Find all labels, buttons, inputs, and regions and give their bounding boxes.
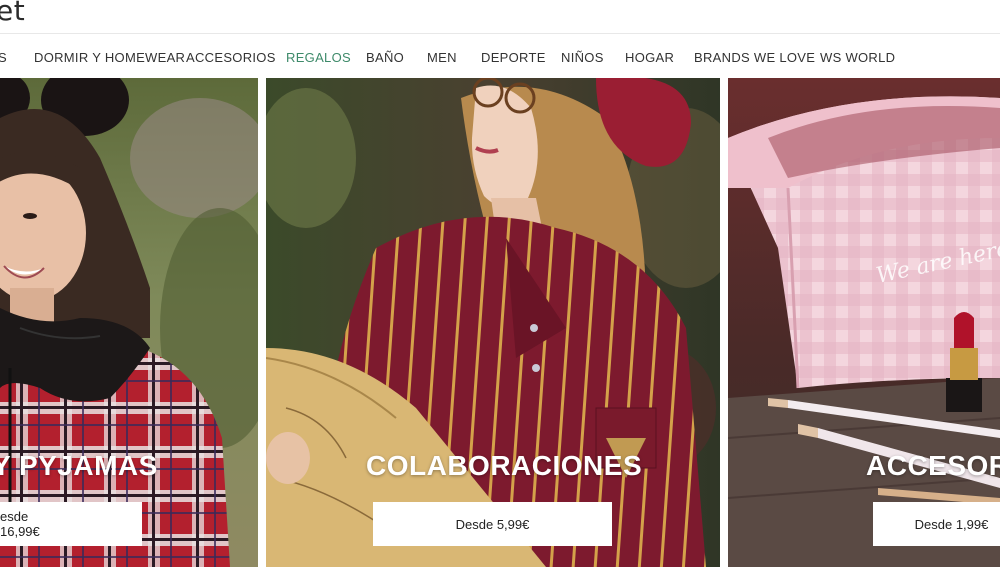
panel-title-pyjamas: Y PYJAMAS [0, 450, 158, 481]
panel-title-accesorios: ACCESOR [866, 450, 1000, 481]
main-nav: S DORMIR Y HOMEWEAR ACCESORIOS REGALOS B… [0, 34, 1000, 78]
nav-item-dormir-homewear[interactable]: DORMIR Y HOMEWEAR [34, 50, 185, 65]
header-bar: et [0, 0, 1000, 34]
site-logo[interactable]: et [0, 0, 25, 27]
accesorios-photo: We are here to shine [728, 78, 1000, 567]
price-button-colaboraciones[interactable]: Desde 5,99€ [373, 502, 612, 546]
price-button-pyjamas[interactable]: esde 16,99€ [0, 502, 142, 546]
nav-item-ninos[interactable]: NIÑOS [561, 50, 604, 65]
category-card-accesorios[interactable]: We are here to shine ACCESOR Desde 1,99€ [728, 78, 1000, 567]
nav-item-brands-we-love[interactable]: BRANDS WE LOVE [694, 50, 815, 65]
price-label-colaboraciones: Desde 5,99€ [455, 516, 530, 532]
category-card-pyjamas[interactable]: Y PYJAMAS esde 16,99€ [0, 78, 258, 567]
category-card-colaboraciones[interactable]: COLABORACIONES Desde 5,99€ [266, 78, 720, 567]
nav-item-ws-world[interactable]: WS WORLD [820, 50, 895, 65]
nav-item-bano[interactable]: BAÑO [366, 50, 404, 65]
nav-item-deporte[interactable]: DEPORTE [481, 50, 546, 65]
panel-title-colaboraciones: COLABORACIONES [366, 450, 643, 481]
pyjamas-photo [0, 78, 258, 567]
nav-item-regalos[interactable]: REGALOS [286, 50, 351, 65]
nav-item-partial[interactable]: S [0, 50, 7, 65]
price-label-accesorios: Desde 1,99€ [914, 516, 989, 532]
price-label-pyjamas: esde 16,99€ [0, 509, 40, 539]
nav-item-men[interactable]: MEN [427, 50, 457, 65]
colaboraciones-photo [266, 78, 720, 567]
nav-item-accesorios[interactable]: ACCESORIOS [186, 50, 276, 65]
nav-item-hogar[interactable]: HOGAR [625, 50, 674, 65]
price-button-accesorios[interactable]: Desde 1,99€ [873, 502, 1000, 546]
